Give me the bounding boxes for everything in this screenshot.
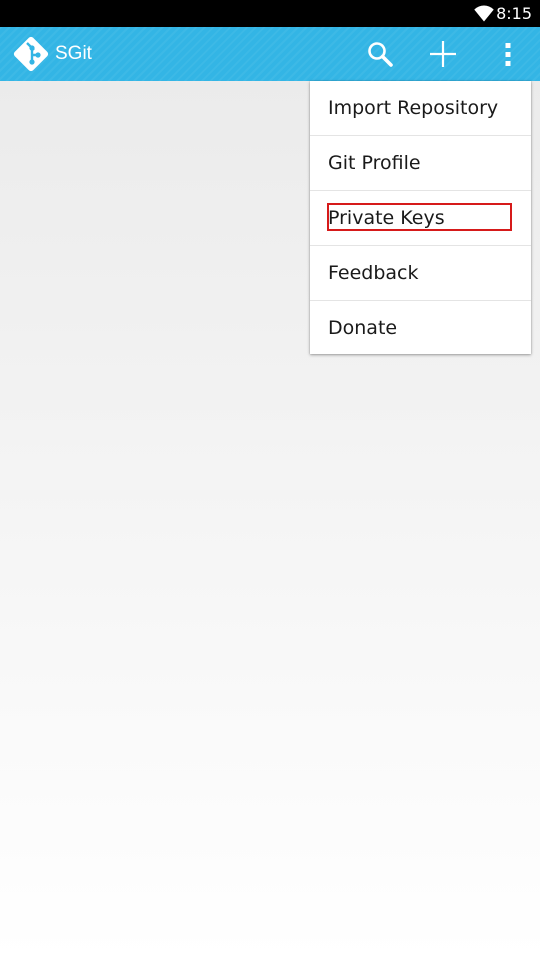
status-time: 8:15: [496, 4, 532, 23]
action-bar: SGit: [0, 27, 540, 81]
search-icon: [368, 42, 393, 67]
git-logo-icon[interactable]: [12, 35, 50, 73]
overflow-menu-icon: [505, 43, 511, 66]
menu-item-private-keys[interactable]: Private Keys: [310, 191, 531, 246]
menu-item-label: Feedback: [328, 262, 419, 284]
menu-item-import-repository[interactable]: Import Repository: [310, 81, 531, 136]
menu-item-git-profile[interactable]: Git Profile: [310, 136, 531, 191]
status-bar: 8:15: [0, 0, 540, 27]
add-repository-button[interactable]: [416, 27, 470, 81]
app-title: SGit: [55, 43, 92, 64]
overflow-menu-button[interactable]: [486, 27, 540, 81]
menu-item-feedback[interactable]: Feedback: [310, 246, 531, 301]
plus-icon: [430, 41, 456, 67]
menu-item-label: Import Repository: [328, 97, 499, 119]
wifi-icon: [474, 5, 494, 22]
menu-item-label: Git Profile: [328, 152, 421, 174]
menu-item-donate[interactable]: Donate: [310, 301, 531, 355]
search-button[interactable]: [354, 27, 408, 81]
menu-item-label: Private Keys: [328, 207, 445, 229]
menu-item-label: Donate: [328, 317, 398, 339]
overflow-popup-menu: Import Repository Git Profile Private Ke…: [310, 81, 531, 354]
